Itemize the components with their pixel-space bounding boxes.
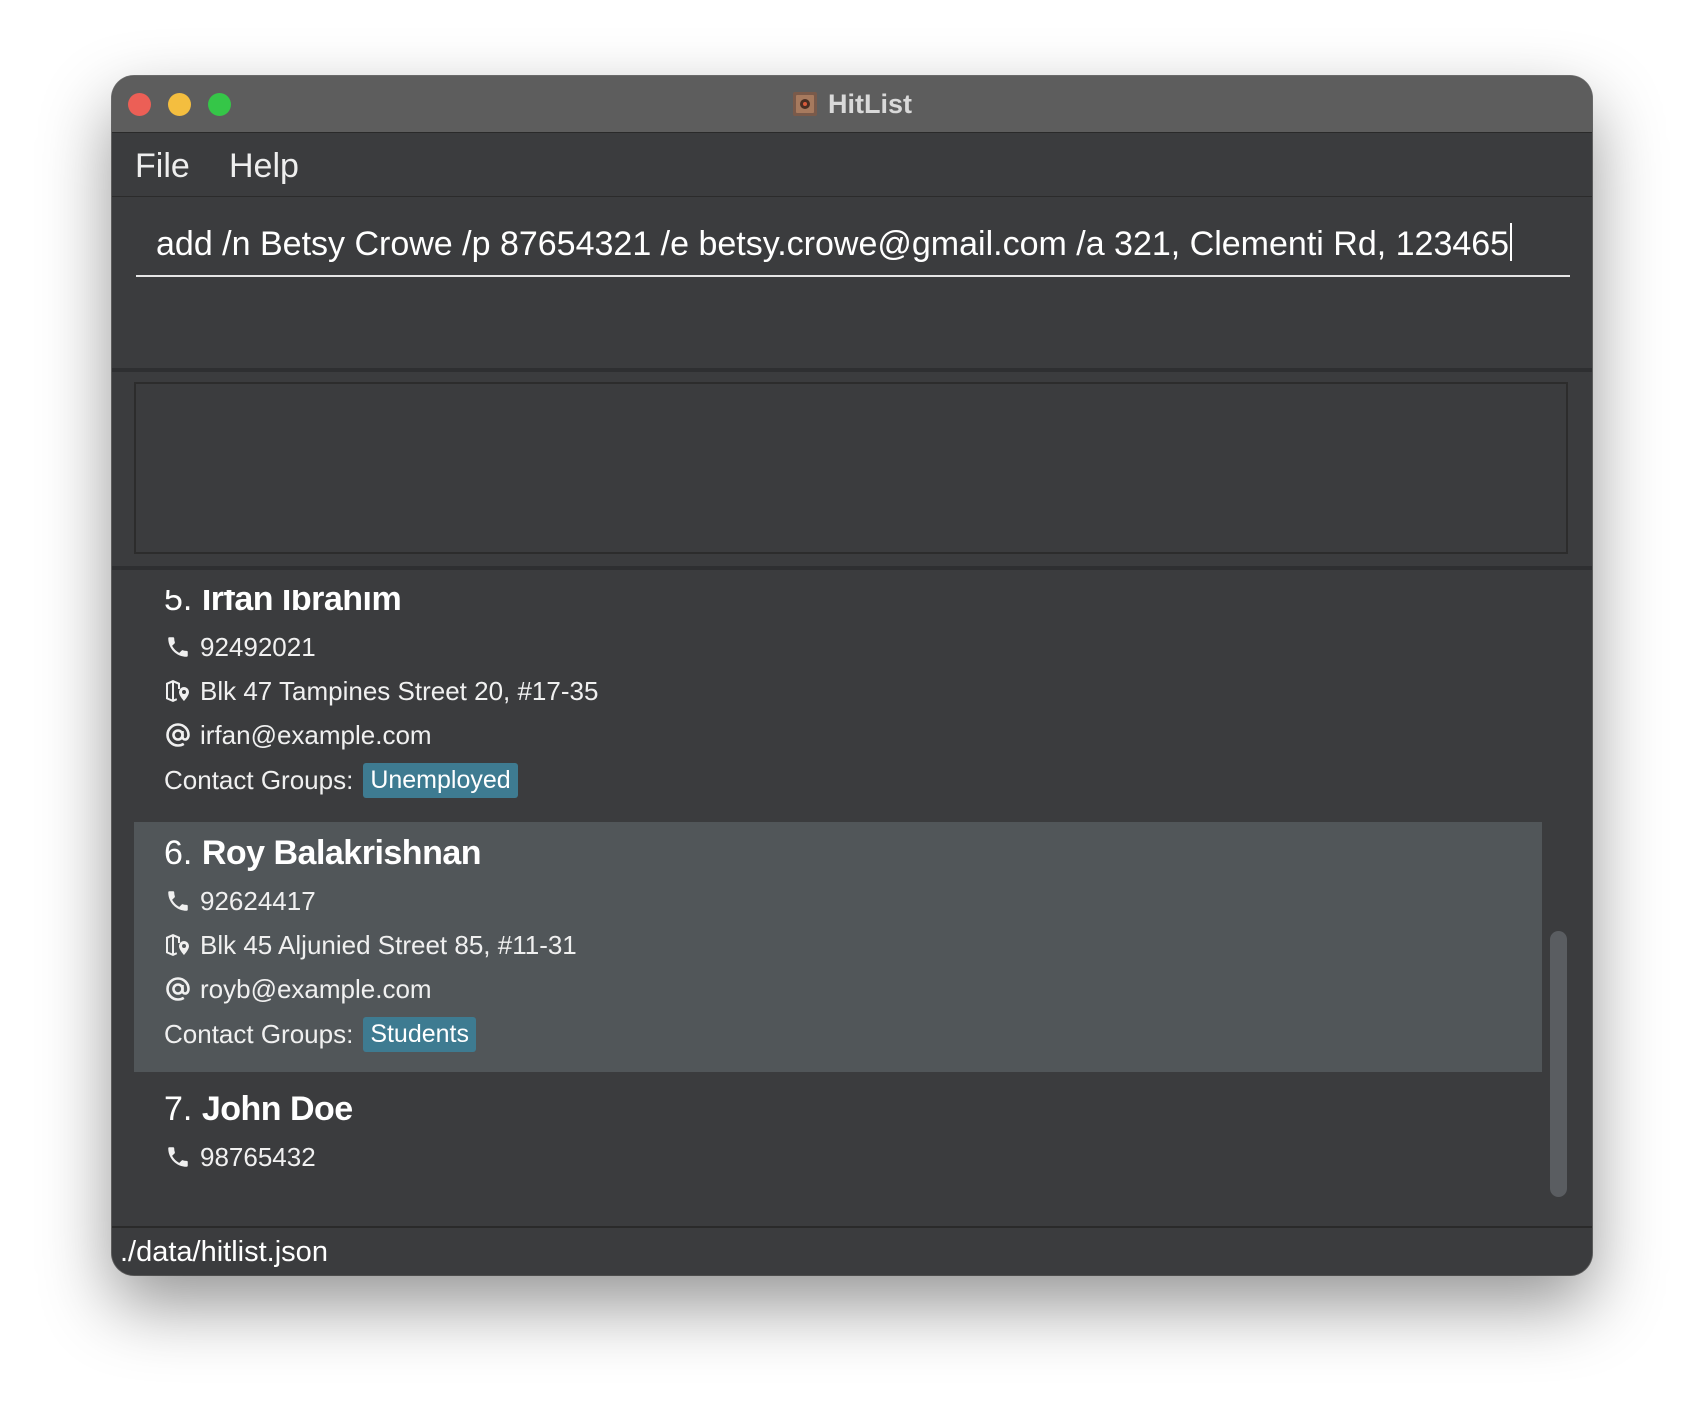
command-text: add /n Betsy Crowe /p 87654321 /e betsy.… bbox=[156, 223, 1513, 264]
phone-text: 98765432 bbox=[200, 1141, 316, 1172]
at-icon bbox=[164, 721, 192, 749]
menu-bar: File Help bbox=[112, 133, 1592, 197]
text-cursor bbox=[1510, 223, 1513, 261]
divider bbox=[112, 368, 1592, 372]
phone-row: 98765432 bbox=[164, 1140, 316, 1174]
contact-name: Roy Balakrishnan bbox=[201, 834, 482, 872]
contact-title: 6. Roy Balakrishnan bbox=[164, 834, 482, 873]
phone-text: 92624417 bbox=[200, 885, 316, 916]
contact-name: John Doe bbox=[201, 1090, 353, 1128]
contact-list[interactable]: 5. Irfan Ibrahim 92492021 Blk 47 Tampine… bbox=[134, 590, 1542, 1275]
phone-icon bbox=[164, 1143, 192, 1171]
phone-row: 92624417 bbox=[164, 884, 316, 918]
email-row: irfan@example.com bbox=[164, 718, 432, 752]
map-pin-icon bbox=[164, 931, 192, 959]
address-row: Blk 45 Aljunied Street 85, #11-31 bbox=[164, 928, 577, 962]
address-text: Blk 47 Tampines Street 20, #17-35 bbox=[200, 675, 599, 706]
map-pin-icon bbox=[164, 677, 192, 705]
menu-file[interactable]: File bbox=[135, 147, 190, 186]
groups-row: Contact Groups: Unemployed bbox=[164, 762, 518, 798]
app-window: HitList File Help add /n Betsy Crowe /p … bbox=[112, 76, 1592, 1275]
phone-text: 92492021 bbox=[200, 631, 316, 662]
menu-help[interactable]: Help bbox=[229, 147, 299, 186]
scrollbar-thumb[interactable] bbox=[1550, 931, 1567, 1197]
status-bar: ./data/hitlist.json bbox=[112, 1226, 1592, 1275]
app-icon bbox=[792, 91, 818, 117]
email-row: royb@example.com bbox=[164, 972, 432, 1006]
contact-name: Irfan Ibrahim bbox=[201, 590, 402, 618]
groups-label: Contact Groups: bbox=[164, 1018, 354, 1049]
command-area: add /n Betsy Crowe /p 87654321 /e betsy.… bbox=[112, 197, 1592, 369]
result-display bbox=[134, 382, 1568, 554]
phone-row: 92492021 bbox=[164, 630, 316, 664]
window-title: HitList bbox=[828, 88, 912, 119]
title-group: HitList bbox=[112, 76, 1592, 132]
groups-row: Contact Groups: Students bbox=[164, 1016, 476, 1052]
email-text: royb@example.com bbox=[200, 973, 432, 1004]
phone-icon bbox=[164, 887, 192, 915]
email-text: irfan@example.com bbox=[200, 719, 432, 750]
group-tag: Unemployed bbox=[363, 762, 518, 798]
groups-label: Contact Groups: bbox=[164, 764, 354, 795]
contact-card-selected[interactable]: 6. Roy Balakrishnan 92624417 Blk 45 Alju… bbox=[134, 822, 1542, 1072]
contact-index: 7. bbox=[164, 1090, 193, 1128]
address-text: Blk 45 Aljunied Street 85, #11-31 bbox=[200, 929, 577, 960]
contact-title: 5. Irfan Ibrahim bbox=[164, 590, 402, 619]
title-bar[interactable]: HitList bbox=[112, 76, 1592, 133]
contact-index: 5. bbox=[164, 590, 193, 618]
group-tag: Students bbox=[363, 1016, 476, 1052]
command-input[interactable]: add /n Betsy Crowe /p 87654321 /e betsy.… bbox=[136, 215, 1570, 277]
save-location: ./data/hitlist.json bbox=[120, 1236, 328, 1268]
address-row: Blk 47 Tampines Street 20, #17-35 bbox=[164, 674, 598, 708]
contact-card[interactable]: 5. Irfan Ibrahim 92492021 Blk 47 Tampine… bbox=[134, 590, 1542, 802]
divider bbox=[112, 566, 1592, 570]
contact-title: 7. John Doe bbox=[164, 1090, 353, 1129]
phone-icon bbox=[164, 633, 192, 661]
at-icon bbox=[164, 975, 192, 1003]
contact-index: 6. bbox=[164, 834, 193, 872]
